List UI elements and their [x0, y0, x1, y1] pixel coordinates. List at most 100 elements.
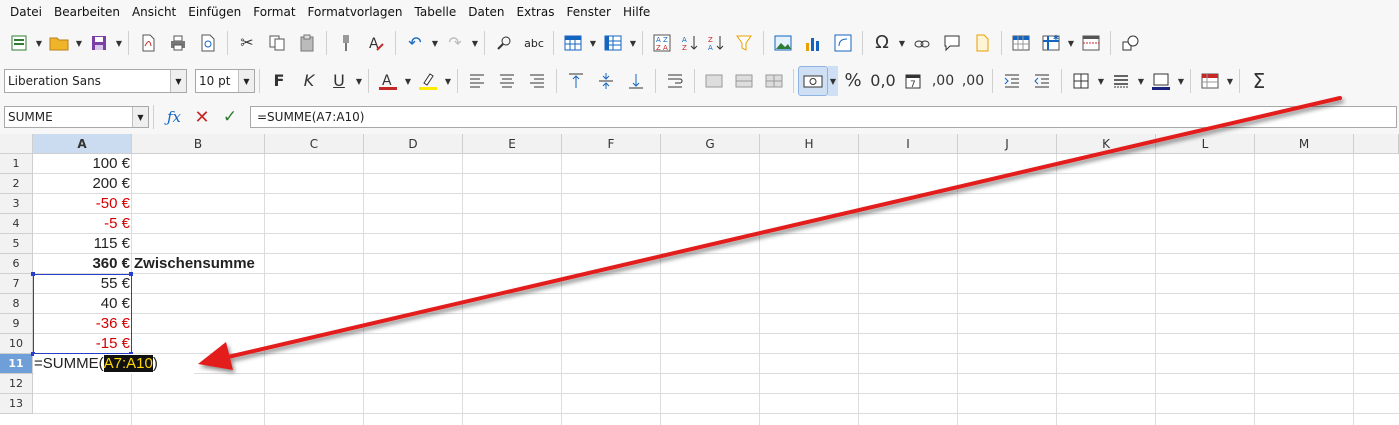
- menu-hilfe[interactable]: Hilfe: [617, 0, 656, 24]
- chevron-down-icon[interactable]: ▼: [1136, 66, 1146, 96]
- new-spreadsheet-button[interactable]: [4, 28, 34, 58]
- chevron-down-icon[interactable]: ▼: [828, 66, 838, 96]
- select-all-corner[interactable]: [0, 134, 33, 154]
- print-button[interactable]: [163, 28, 193, 58]
- menu-daten[interactable]: Daten: [462, 0, 510, 24]
- chevron-down-icon[interactable]: ▼: [354, 66, 364, 96]
- bold-button[interactable]: F: [264, 66, 294, 96]
- align-left-button[interactable]: [462, 66, 492, 96]
- chevron-down-icon[interactable]: ▼: [170, 70, 186, 92]
- border-style-button[interactable]: [1106, 66, 1136, 96]
- column-header-f[interactable]: F: [562, 134, 661, 154]
- border-color-button[interactable]: [1146, 66, 1176, 96]
- chevron-down-icon[interactable]: ▼: [74, 28, 84, 58]
- cell-a6[interactable]: 360 €: [33, 254, 132, 274]
- column-header-a[interactable]: A: [33, 134, 132, 154]
- chevron-down-icon[interactable]: ▼: [588, 28, 598, 58]
- chevron-down-icon[interactable]: ▼: [238, 70, 254, 92]
- row-header-4[interactable]: 4: [0, 214, 33, 234]
- menu-einfuegen[interactable]: Einfügen: [182, 0, 247, 24]
- font-color-button[interactable]: A: [373, 66, 403, 96]
- menu-fenster[interactable]: Fenster: [560, 0, 617, 24]
- clear-formatting-button[interactable]: A: [361, 28, 391, 58]
- borders-button[interactable]: [1066, 66, 1096, 96]
- paste-button[interactable]: [292, 28, 322, 58]
- find-replace-button[interactable]: [489, 28, 519, 58]
- row-header-12[interactable]: 12: [0, 374, 33, 394]
- redo-button[interactable]: ↷: [440, 28, 470, 58]
- cut-button[interactable]: ✂: [232, 28, 262, 58]
- chevron-down-icon[interactable]: ▼: [1066, 28, 1076, 58]
- align-center-button[interactable]: [492, 66, 522, 96]
- menu-ansicht[interactable]: Ansicht: [126, 0, 182, 24]
- accept-button[interactable]: ✓: [218, 106, 242, 128]
- save-button[interactable]: [84, 28, 114, 58]
- chevron-down-icon[interactable]: ▼: [34, 28, 44, 58]
- column-button[interactable]: [598, 28, 628, 58]
- print-preview-button[interactable]: [193, 28, 223, 58]
- chevron-down-icon[interactable]: ▼: [470, 28, 480, 58]
- define-print-area-button[interactable]: [1006, 28, 1036, 58]
- row-header-13[interactable]: 13: [0, 394, 33, 414]
- sort-ascending-button[interactable]: AZ: [677, 28, 703, 58]
- special-character-button[interactable]: Ω: [867, 28, 897, 58]
- row-header-2[interactable]: 2: [0, 174, 33, 194]
- show-draw-functions-button[interactable]: [1115, 28, 1145, 58]
- export-pdf-button[interactable]: [133, 28, 163, 58]
- function-wizard-button[interactable]: ƒx: [162, 106, 186, 128]
- chevron-down-icon[interactable]: ▼: [897, 28, 907, 58]
- chevron-down-icon[interactable]: ▼: [403, 66, 413, 96]
- cell-a2[interactable]: 200 €: [33, 174, 132, 194]
- underline-button[interactable]: U: [324, 66, 354, 96]
- row-header-3[interactable]: 3: [0, 194, 33, 214]
- open-button[interactable]: [44, 28, 74, 58]
- chevron-down-icon[interactable]: ▼: [1225, 66, 1235, 96]
- align-bottom-button[interactable]: [621, 66, 651, 96]
- autofilter-button[interactable]: [729, 28, 759, 58]
- range-handle[interactable]: [129, 272, 133, 276]
- align-right-button[interactable]: [522, 66, 552, 96]
- format-as-date-button[interactable]: 7: [898, 66, 928, 96]
- range-handle[interactable]: [31, 272, 35, 276]
- row-button[interactable]: [558, 28, 588, 58]
- row-header-9[interactable]: 9: [0, 314, 33, 334]
- font-name-combobox[interactable]: Liberation Sans ▼: [4, 69, 187, 93]
- menu-extras[interactable]: Extras: [511, 0, 561, 24]
- column-header-k[interactable]: K: [1057, 134, 1156, 154]
- formula-input[interactable]: =SUMME(A7:A10): [250, 106, 1397, 128]
- pivot-table-button[interactable]: [828, 28, 858, 58]
- wrap-text-button[interactable]: [660, 66, 690, 96]
- hyperlink-button[interactable]: [907, 28, 937, 58]
- row-header-6[interactable]: 6: [0, 254, 33, 274]
- column-header-l[interactable]: L: [1156, 134, 1255, 154]
- column-header-d[interactable]: D: [364, 134, 463, 154]
- chevron-down-icon[interactable]: ▼: [430, 28, 440, 58]
- freeze-rows-columns-button[interactable]: ✱: [1036, 28, 1066, 58]
- column-header-m[interactable]: M: [1255, 134, 1354, 154]
- merge-cells-button[interactable]: [729, 66, 759, 96]
- menu-tabelle[interactable]: Tabelle: [409, 0, 463, 24]
- column-header-i[interactable]: I: [859, 134, 958, 154]
- chevron-down-icon[interactable]: ▼: [132, 107, 148, 127]
- highlight-color-button[interactable]: [413, 66, 443, 96]
- column-header-g[interactable]: G: [661, 134, 760, 154]
- column-header-c[interactable]: C: [265, 134, 364, 154]
- italic-button[interactable]: K: [294, 66, 324, 96]
- row-header-8[interactable]: 8: [0, 294, 33, 314]
- cell-a11-editing[interactable]: =SUMME(A7:A10): [34, 354, 194, 374]
- format-as-currency-button[interactable]: [798, 66, 828, 96]
- format-as-number-button[interactable]: 0,0: [868, 66, 898, 96]
- decrease-indent-button[interactable]: [1027, 66, 1057, 96]
- cell-a5[interactable]: 115 €: [33, 234, 132, 254]
- column-header-j[interactable]: J: [958, 134, 1057, 154]
- center-vertically-button[interactable]: [591, 66, 621, 96]
- comment-button[interactable]: [937, 28, 967, 58]
- unmerge-cells-button[interactable]: [759, 66, 789, 96]
- column-header-e[interactable]: E: [463, 134, 562, 154]
- split-window-button[interactable]: [1076, 28, 1106, 58]
- column-header-h[interactable]: H: [760, 134, 859, 154]
- row-header-11[interactable]: 11: [0, 354, 33, 374]
- cancel-button[interactable]: ✕: [190, 106, 214, 128]
- delete-decimal-place-button[interactable]: ,00: [958, 66, 988, 96]
- menu-datei[interactable]: Datei: [4, 0, 48, 24]
